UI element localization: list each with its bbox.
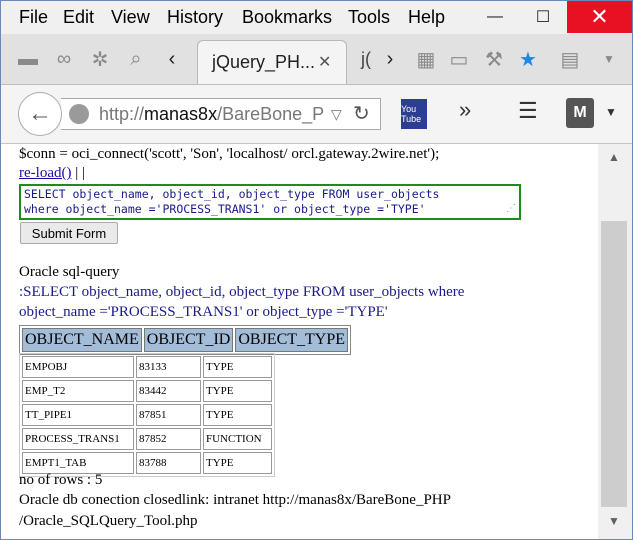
- menu-view[interactable]: View: [111, 7, 150, 28]
- overflow-chevron-icon[interactable]: »: [459, 97, 471, 123]
- closed-line-2: /Oracle_SQLQuery_Tool.php: [19, 513, 198, 529]
- table-cell: 83442: [136, 380, 201, 402]
- hamburger-menu-icon[interactable]: ☰: [518, 98, 538, 124]
- vertical-scrollbar[interactable]: ▲ ▼: [598, 144, 632, 539]
- globe-icon: [69, 104, 89, 124]
- closed-line-1: Oracle db conection closedlink: intranet…: [19, 492, 451, 508]
- scroll-down-icon[interactable]: ▼: [608, 514, 620, 528]
- sql-query-textarea[interactable]: SELECT object_name, object_id, object_ty…: [19, 184, 521, 220]
- menu-bookmarks[interactable]: Bookmarks: [242, 7, 332, 28]
- resize-handle-icon[interactable]: ⋰: [506, 201, 516, 216]
- menu-tools[interactable]: Tools: [348, 7, 390, 28]
- page-content: $conn = oci_connect('scott', 'Son', 'loc…: [1, 144, 598, 539]
- column-header: OBJECT_TYPE: [235, 328, 349, 352]
- back-button[interactable]: ←: [18, 92, 62, 136]
- grid-icon[interactable]: ▦: [413, 46, 439, 72]
- tab-jquery-php[interactable]: jQuery_PH... ✕: [197, 40, 347, 84]
- chevron-right-icon[interactable]: ›: [377, 46, 403, 72]
- table-cell: TYPE: [203, 404, 272, 426]
- column-header: OBJECT_ID: [143, 328, 234, 352]
- query-line-2: where object_name ='PROCESS_TRANS1' or o…: [24, 202, 426, 216]
- reload-link[interactable]: re-load(): [19, 165, 71, 181]
- maximize-button[interactable]: ☐: [519, 1, 567, 33]
- tab-close-icon[interactable]: ✕: [318, 52, 331, 72]
- dropdown-icon[interactable]: ▼: [596, 46, 622, 72]
- table-cell: TT_PIPE1: [22, 404, 134, 426]
- table-cell: TYPE: [203, 356, 272, 378]
- chevron-left-icon[interactable]: ‹: [159, 46, 185, 72]
- scroll-up-icon[interactable]: ▲: [608, 150, 620, 164]
- shield-dropdown-icon[interactable]: ▼: [605, 105, 617, 119]
- url-bar[interactable]: http://manas8x/BareBone_P ▽ ↻: [61, 98, 381, 130]
- url-text: http://manas8x/BareBone_P: [99, 104, 325, 124]
- reload-separator: | |: [71, 165, 85, 181]
- star-icon[interactable]: ★: [515, 46, 541, 72]
- table-row: EMPOBJ 83133 TYPE: [22, 356, 272, 378]
- clipboard-icon[interactable]: ▤: [557, 46, 583, 72]
- table-cell: 83788: [136, 452, 201, 474]
- menu-help[interactable]: Help: [408, 7, 445, 28]
- arrow-left-icon: ←: [28, 100, 52, 127]
- folder-icon[interactable]: ▬: [15, 46, 41, 72]
- table-cell: EMPT1_TAB: [22, 452, 134, 474]
- query-line-1: SELECT object_name, object_id, object_ty…: [24, 187, 440, 201]
- tab-bar: ▬ ∞ ✲ ⌕ ‹ jQuery_PH... ✕ j( › ▦ ▭ ⚒ ★ ▤ …: [1, 34, 632, 85]
- minimize-button[interactable]: —: [471, 1, 519, 33]
- table-cell: PROCESS_TRANS1: [22, 428, 134, 450]
- row-count: no of rows : 5: [19, 472, 103, 488]
- table-row: PROCESS_TRANS1 87852 FUNCTION: [22, 428, 272, 450]
- wrench-icon[interactable]: ⚒: [481, 46, 507, 72]
- scrollbar-thumb[interactable]: [601, 221, 627, 507]
- table-cell: 87851: [136, 404, 201, 426]
- url-dropdown-icon[interactable]: ▽: [331, 106, 342, 123]
- gear-icon[interactable]: ✲: [87, 46, 113, 72]
- table-cell: TYPE: [203, 380, 272, 402]
- mask-icon[interactable]: ∞: [51, 46, 77, 72]
- table-cell: EMP_T2: [22, 380, 134, 402]
- oracle-heading: Oracle sql-query: [19, 264, 120, 280]
- table-cell: 87852: [136, 428, 201, 450]
- shield-icon[interactable]: M: [566, 98, 594, 128]
- reload-icon[interactable]: ↻: [353, 101, 370, 126]
- result-table: EMPOBJ 83133 TYPE EMP_T2 83442 TYPE TT_P…: [19, 353, 275, 477]
- table-cell: FUNCTION: [203, 428, 272, 450]
- browser-window: File Edit View History Bookmarks Tools H…: [0, 0, 633, 540]
- menu-history[interactable]: History: [167, 7, 223, 28]
- menu-bar: File Edit View History Bookmarks Tools H…: [1, 1, 632, 34]
- tab-title: jQuery_PH...: [212, 52, 316, 72]
- close-window-button[interactable]: ✕: [567, 1, 632, 33]
- window-icon[interactable]: ▭: [446, 46, 472, 72]
- table-row: EMPT1_TAB 83788 TYPE: [22, 452, 272, 474]
- result-header-table: OBJECT_NAME OBJECT_ID OBJECT_TYPE: [19, 325, 352, 355]
- tab-next-partial[interactable]: j(: [361, 49, 371, 70]
- table-cell: TYPE: [203, 452, 272, 474]
- menu-file[interactable]: File: [19, 7, 48, 28]
- table-row: TT_PIPE1 87851 TYPE: [22, 404, 272, 426]
- connection-line: $conn = oci_connect('scott', 'Son', 'loc…: [19, 146, 440, 162]
- search-icon[interactable]: ⌕: [123, 46, 149, 72]
- menu-edit[interactable]: Edit: [63, 7, 94, 28]
- table-cell: EMPOBJ: [22, 356, 134, 378]
- youtube-icon[interactable]: You Tube: [401, 99, 427, 129]
- reload-row: re-load() | |: [19, 165, 85, 182]
- query-echo-line-1: :SELECT object_name, object_id, object_t…: [19, 284, 465, 300]
- table-cell: 83133: [136, 356, 201, 378]
- table-row: EMP_T2 83442 TYPE: [22, 380, 272, 402]
- navigation-bar: http://manas8x/BareBone_P ▽ ↻ ← You Tube…: [1, 85, 632, 144]
- query-echo-line-2: object_name ='PROCESS_TRANS1' or object_…: [19, 304, 388, 320]
- column-header: OBJECT_NAME: [22, 328, 142, 352]
- submit-form-button[interactable]: Submit Form: [20, 222, 118, 244]
